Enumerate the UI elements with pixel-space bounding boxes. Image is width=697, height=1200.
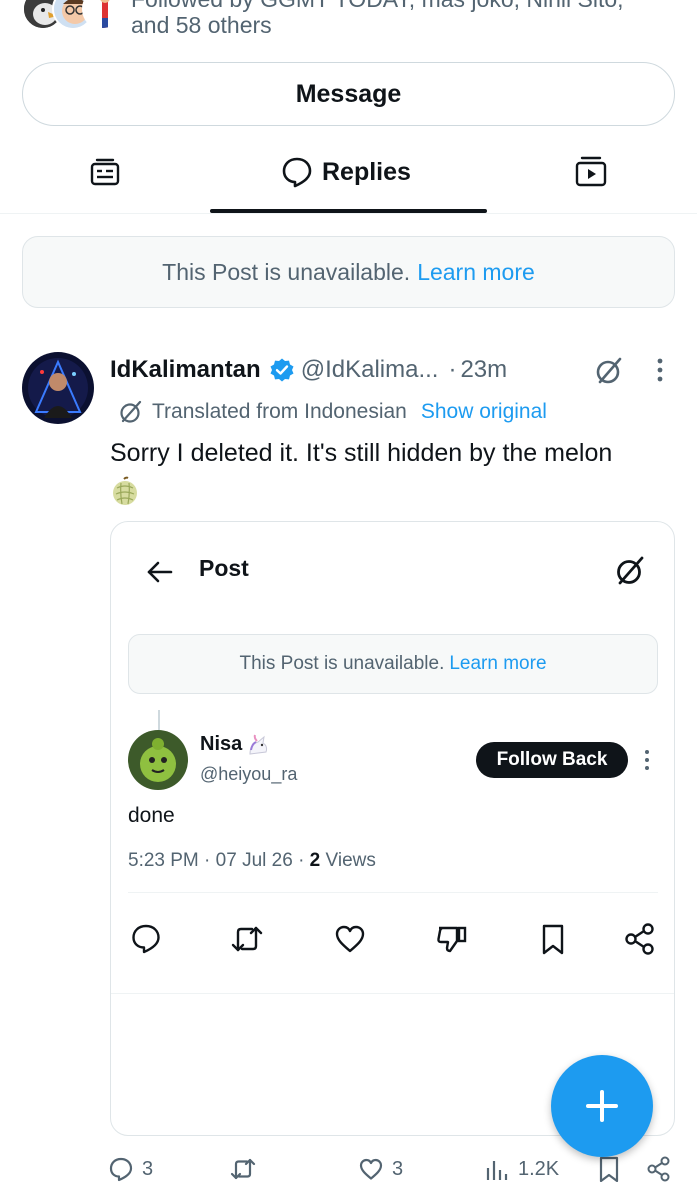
views-button[interactable]: 1.2K: [484, 1156, 559, 1182]
card-page-title: Post: [199, 555, 249, 581]
reply-time: 5:23 PM: [128, 850, 199, 871]
heart-icon: [359, 1158, 383, 1180]
back-button: [145, 557, 175, 587]
reply-author-name: Nisa: [200, 733, 243, 755]
grok-translate-icon: [120, 400, 142, 423]
card-learn-more-link: Learn more: [449, 653, 547, 674]
tab-videos[interactable]: [573, 154, 609, 190]
follower-avatar-person: [82, 0, 124, 30]
post-unavailable-notice: This Post is unavailable. Learn more: [22, 236, 675, 308]
follower-avatars: [22, 0, 124, 32]
share-button[interactable]: [646, 1156, 672, 1182]
reply-author-name-row: Nisa: [200, 733, 270, 756]
card-more-button: [641, 748, 653, 772]
post-header: IdKalimantan @IdKalima... · 23m: [110, 352, 507, 388]
divider: [128, 892, 658, 893]
video-icon: [575, 156, 607, 187]
card-action-bar: [128, 922, 658, 960]
like-button[interactable]: 3: [358, 1156, 403, 1182]
divider: [111, 993, 674, 994]
thread-connector: [158, 710, 160, 732]
unavailable-text: This Post is unavailable.: [162, 258, 411, 285]
card-bookmark-icon: [536, 922, 568, 956]
reply-meta: 5:23 PM · 07 Jul 26 · 2 Views: [128, 850, 376, 872]
post-timestamp[interactable]: 23m: [460, 356, 507, 384]
translation-row: Translated from Indonesian Show original: [118, 396, 547, 428]
card-unavailable-notice: This Post is unavailable. Learn more: [128, 634, 658, 694]
tab-replies[interactable]: Replies: [280, 152, 411, 192]
like-count: 3: [392, 1157, 404, 1180]
reply-author-avatar: [128, 730, 188, 790]
message-button[interactable]: Message: [22, 62, 675, 126]
melon-emoji: [111, 476, 139, 506]
reply-views-count: 2: [309, 850, 321, 871]
bookmark-button[interactable]: [596, 1156, 622, 1182]
reply-count: 3: [142, 1157, 154, 1180]
repost-button[interactable]: [230, 1156, 256, 1182]
post-author-name[interactable]: IdKalimantan: [110, 356, 261, 384]
translated-label: Translated from Indonesian: [152, 400, 407, 423]
embedded-post-card[interactable]: Post This Post is unavailable. Learn mor…: [110, 521, 675, 1136]
post-author-handle[interactable]: @IdKalima...: [301, 356, 439, 384]
bookmark-icon: [599, 1156, 619, 1182]
speech-bubble-icon: [282, 157, 312, 188]
post-author-avatar[interactable]: [22, 352, 94, 424]
profile-tabs: Replies: [0, 138, 697, 214]
share-icon: [647, 1156, 670, 1182]
follow-back-button: Follow Back: [476, 742, 628, 778]
followed-by-others: and 58 others: [131, 12, 272, 38]
card-reply-icon: [130, 922, 162, 956]
active-tab-indicator: [210, 209, 487, 213]
reply-body-text: done: [128, 804, 175, 827]
card-grok-button: [614, 555, 646, 587]
post-separator: ·: [448, 356, 457, 383]
article-icon: [90, 158, 120, 186]
grok-icon: [596, 357, 622, 384]
tab-articles[interactable]: [88, 156, 122, 190]
tab-replies-label: Replies: [322, 157, 411, 186]
more-vertical-icon: [645, 750, 649, 770]
meta-dot: ·: [204, 850, 216, 871]
back-arrow-icon: [147, 561, 173, 583]
plus-icon: [586, 1090, 618, 1122]
post-more-button[interactable]: [650, 355, 670, 385]
reply-views-label: Views: [325, 850, 376, 871]
reply-icon: [109, 1157, 133, 1182]
reply-author-handle: @heiyou_ra: [200, 764, 298, 784]
post-body-text: Sorry I deleted it. It's still hidden by…: [110, 439, 613, 467]
verified-badge-icon: [270, 358, 294, 382]
reply-date: 07 Jul 26: [215, 850, 293, 871]
grok-icon: [617, 556, 644, 585]
more-vertical-icon: [657, 358, 663, 382]
analytics-icon: [486, 1161, 508, 1180]
views-count: 1.2K: [518, 1157, 560, 1180]
show-original-link[interactable]: Show original: [421, 400, 547, 424]
card-share-icon: [623, 922, 655, 956]
meta-dot: ·: [298, 850, 310, 871]
post-action-bar: 3 3 1.2K: [0, 1152, 697, 1192]
reply-button[interactable]: 3: [108, 1156, 153, 1182]
card-unavailable-text: This Post is unavailable.: [239, 653, 445, 674]
card-like-icon: [333, 922, 365, 956]
followed-by-row[interactable]: Followed by GGMT TODAY, mas joko, Nihil …: [0, 0, 697, 50]
repost-icon: [230, 1158, 256, 1180]
unicorn-emoji: [249, 734, 268, 755]
learn-more-link[interactable]: Learn more: [417, 259, 535, 286]
grok-button[interactable]: [594, 356, 624, 386]
card-repost-icon: [230, 922, 263, 956]
card-dislike-icon: [435, 922, 467, 956]
compose-button[interactable]: [551, 1055, 653, 1157]
